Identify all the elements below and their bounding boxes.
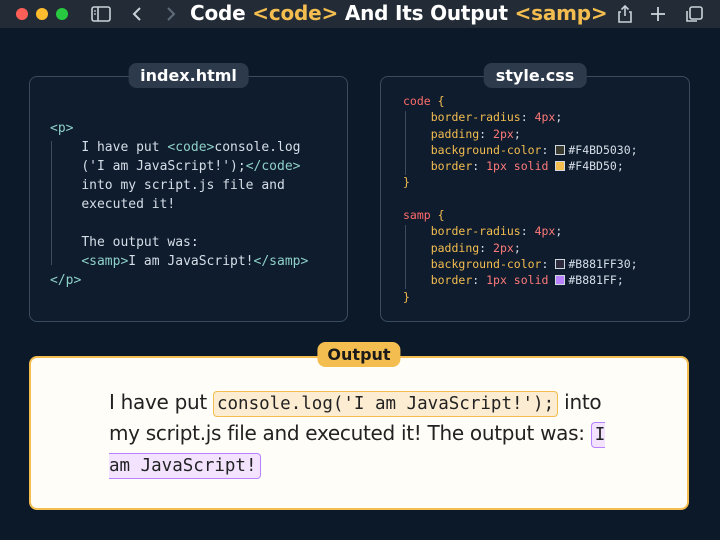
css-declaration: border: 1px solid #F4BD50; <box>430 159 624 174</box>
css-declaration: border: 1px solid #B881FF; <box>430 273 624 288</box>
window-titlebar: Code <code> And Its Output <samp> <box>0 0 720 28</box>
maximize-window-button[interactable] <box>56 8 68 20</box>
css-declaration: padding: 2px; <box>430 126 521 141</box>
color-swatch[interactable] <box>555 161 566 172</box>
color-swatch[interactable] <box>555 144 566 155</box>
new-tab-plus-icon[interactable] <box>650 4 666 24</box>
title-code-tag: <code> <box>252 1 339 25</box>
css-declaration: padding: 2px; <box>430 240 521 255</box>
css-declaration: border-radius: 4px; <box>430 224 563 239</box>
css-rule-start: code { <box>403 94 445 108</box>
css-declaration: background-color: #B881FF30; <box>430 256 638 271</box>
css-rule-end: } <box>403 289 410 304</box>
html-code-block: <p> I have put <code>console.log ('I am … <box>50 119 308 290</box>
output-text-before: I have put <box>109 390 213 414</box>
code-line: <p> <box>50 121 74 136</box>
css-rule-start: samp { <box>403 208 445 223</box>
minimize-window-button[interactable] <box>36 8 48 20</box>
color-swatch[interactable] <box>555 275 566 286</box>
share-icon[interactable] <box>616 4 634 24</box>
output-code-element: console.log('I am JavaScript!'); <box>212 391 559 417</box>
css-editor-panel: style.css code { border-radius: 4px; pad… <box>380 63 690 322</box>
forward-arrow-icon[interactable] <box>164 4 178 24</box>
css-rule-end: } <box>403 175 410 190</box>
color-swatch[interactable] <box>555 258 566 269</box>
title-middle: And Its Output <box>338 1 515 25</box>
close-window-button[interactable] <box>16 8 28 20</box>
html-panel-label: index.html <box>128 63 249 88</box>
output-text: I have put console.log('I am JavaScript!… <box>109 388 629 481</box>
code-line: ('I am JavaScript!');</code> <box>81 159 301 174</box>
css-declaration: background-color: #F4BD5030; <box>430 142 638 157</box>
output-panel: Output I have put console.log('I am Java… <box>29 342 689 510</box>
code-line: into my script.js file and <box>81 178 285 193</box>
html-editor-panel: index.html <p> I have put <code>console.… <box>29 63 348 322</box>
tab-overview-icon[interactable] <box>684 4 704 24</box>
css-declaration: border-radius: 4px; <box>430 110 563 125</box>
window-title: Code <code> And Its Output <samp> <box>190 1 608 25</box>
css-panel-label: style.css <box>483 63 587 88</box>
code-line: executed it! <box>81 197 176 212</box>
sidebar-icon[interactable] <box>90 4 112 24</box>
title-samp-tag: <samp> <box>514 1 608 25</box>
code-line: The output was: <box>81 235 199 250</box>
code-line: <samp>I am JavaScript!</samp> <box>81 254 309 269</box>
css-code-block: code { border-radius: 4px; padding: 2px;… <box>403 93 638 305</box>
title-prefix: Code <box>190 1 253 25</box>
back-arrow-icon[interactable] <box>130 4 144 24</box>
output-label: Output <box>317 342 401 367</box>
code-line: </p> <box>50 273 82 288</box>
code-line: I have put <code>console.log <box>81 140 301 155</box>
